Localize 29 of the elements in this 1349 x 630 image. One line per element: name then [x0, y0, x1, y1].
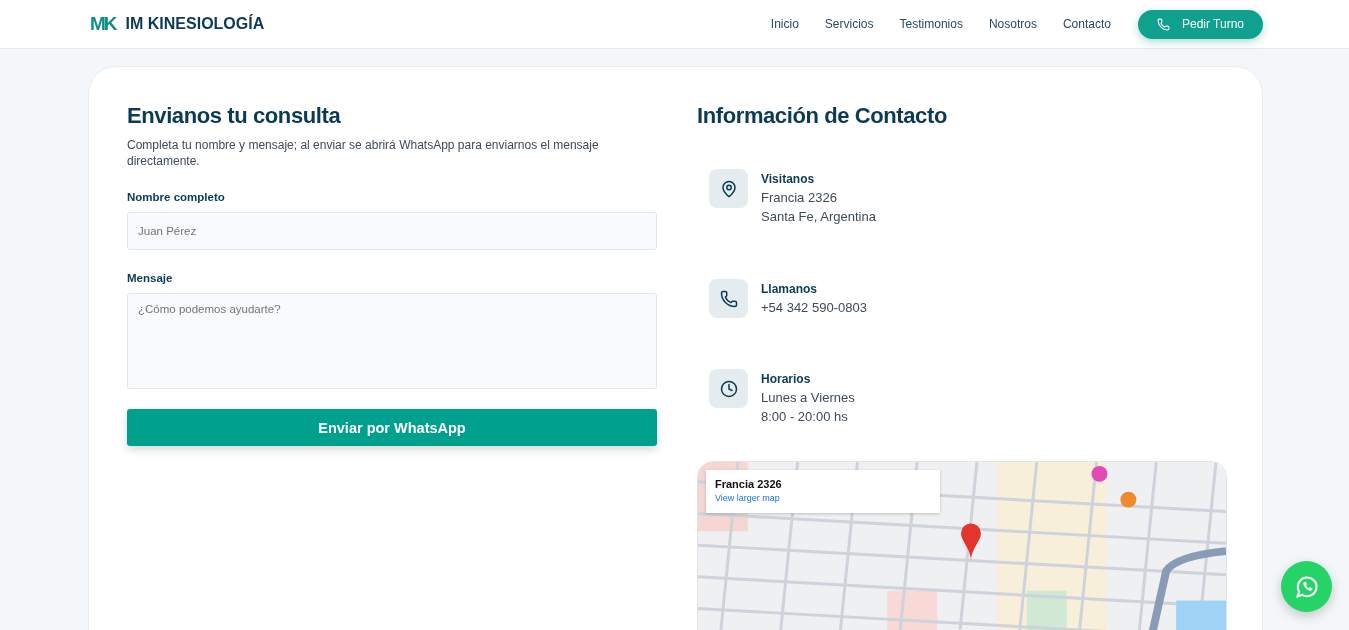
- message-field[interactable]: ¿Cómo podemos ayudarte?: [127, 293, 657, 389]
- contact-item-title: Llamanos: [761, 282, 818, 296]
- nav-link[interactable]: Nosotros: [988, 17, 1037, 31]
- field-label: Nombre completo: [127, 191, 226, 203]
- field-label: Mensaje: [127, 272, 174, 284]
- whatsapp-button[interactable]: [1281, 561, 1332, 612]
- logo-mark: MK: [90, 13, 116, 35]
- brand-name: IM KINESIOLOGÍA: [125, 15, 265, 33]
- larger-map-link[interactable]: View larger map: [715, 493, 931, 503]
- contact-item-text: Lunes a Viernes: [761, 390, 855, 405]
- name-field[interactable]: Juan Pérez: [127, 212, 657, 250]
- nav-link[interactable]: Contacto: [1062, 17, 1111, 31]
- phone-icon: [1156, 17, 1170, 31]
- contact-item-title: Visitanos: [761, 172, 816, 186]
- contact-item-text: +54 342 590-0803: [761, 300, 867, 315]
- contact-item-text: Francia 2326: [761, 190, 838, 205]
- phone-icon: [709, 279, 748, 318]
- location-pin-icon: [709, 169, 748, 208]
- contact-title: Información de Contacto: [697, 103, 948, 129]
- nav-link[interactable]: Servicios: [824, 17, 874, 31]
- nav-link[interactable]: Testimonios: [899, 17, 963, 31]
- map-place-name: Francia 2326: [715, 478, 783, 490]
- nav-link[interactable]: Inicio: [770, 17, 799, 31]
- contact-item-text: 8:00 - 20:00 hs: [761, 409, 849, 424]
- contact-item-title: Horarios: [761, 372, 812, 386]
- contact-item-text: Santa Fe, Argentina: [761, 209, 876, 224]
- form-description: Completa tu nombre y mensaje; al enviar se abrirá WhatsApp para enviarnos el mensaje directamente.: [127, 137, 600, 169]
- clock-icon: [709, 369, 748, 408]
- form-title: Envianos tu consulta: [127, 103, 342, 129]
